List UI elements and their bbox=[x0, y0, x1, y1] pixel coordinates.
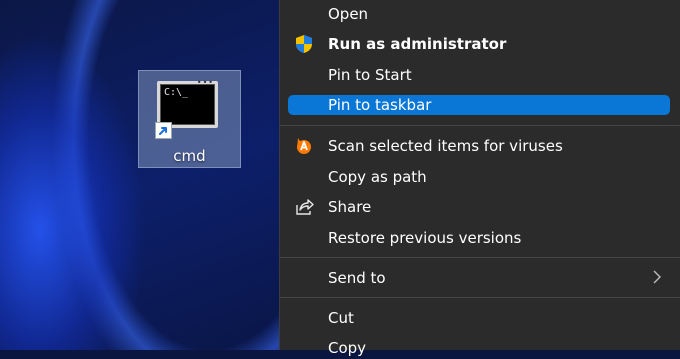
menu-item-label: Copy bbox=[328, 339, 367, 357]
menu-item-label: Pin to Start bbox=[328, 66, 412, 84]
menu-item-share[interactable]: Share bbox=[288, 196, 670, 218]
menu-item-scan-viruses[interactable]: Scan selected items for viruses bbox=[288, 135, 670, 157]
menu-item-copy-as-path[interactable]: Copy as path bbox=[288, 166, 670, 188]
menu-item-label: Pin to taskbar bbox=[328, 96, 432, 114]
menu-item-label: Cut bbox=[328, 309, 354, 327]
shortcut-label: cmd bbox=[173, 147, 206, 165]
window-dots-icon: ••• bbox=[196, 78, 214, 87]
menu-item-label: Send to bbox=[328, 269, 386, 287]
menu-item-label: Run as administrator bbox=[328, 35, 507, 53]
menu-item-label: Share bbox=[328, 198, 372, 216]
menu-item-open[interactable]: Open bbox=[288, 3, 670, 25]
share-icon bbox=[294, 197, 314, 217]
menu-item-copy[interactable]: Copy bbox=[288, 337, 670, 359]
menu-separator bbox=[280, 297, 680, 298]
chevron-right-icon bbox=[652, 270, 662, 288]
menu-separator bbox=[280, 257, 680, 258]
menu-item-label: Open bbox=[328, 5, 369, 23]
shortcut-arrow-icon bbox=[155, 122, 172, 139]
menu-item-cut[interactable]: Cut bbox=[288, 307, 670, 329]
command-prompt-icon: C:\_ ••• bbox=[157, 78, 218, 128]
menu-item-label: Restore previous versions bbox=[328, 229, 522, 247]
cmd-icon-prompt: C:\_ bbox=[164, 87, 189, 98]
menu-item-pin-to-start[interactable]: Pin to Start bbox=[288, 64, 670, 86]
menu-item-pin-to-taskbar[interactable]: Pin to taskbar bbox=[288, 95, 670, 115]
menu-item-restore-previous-versions[interactable]: Restore previous versions bbox=[288, 227, 670, 249]
cmd-icon-screen: C:\_ bbox=[160, 84, 215, 125]
cmd-shortcut[interactable]: C:\_ ••• cmd bbox=[138, 70, 241, 168]
menu-separator bbox=[280, 125, 680, 126]
uac-shield-icon bbox=[294, 34, 314, 54]
context-menu: Open Run as administrator Pin to Start P… bbox=[279, 0, 680, 357]
menu-item-run-as-administrator[interactable]: Run as administrator bbox=[288, 33, 670, 55]
avast-icon bbox=[294, 136, 314, 156]
menu-item-label: Copy as path bbox=[328, 168, 427, 186]
menu-item-send-to[interactable]: Send to bbox=[288, 267, 670, 289]
menu-item-label: Scan selected items for viruses bbox=[328, 137, 563, 155]
